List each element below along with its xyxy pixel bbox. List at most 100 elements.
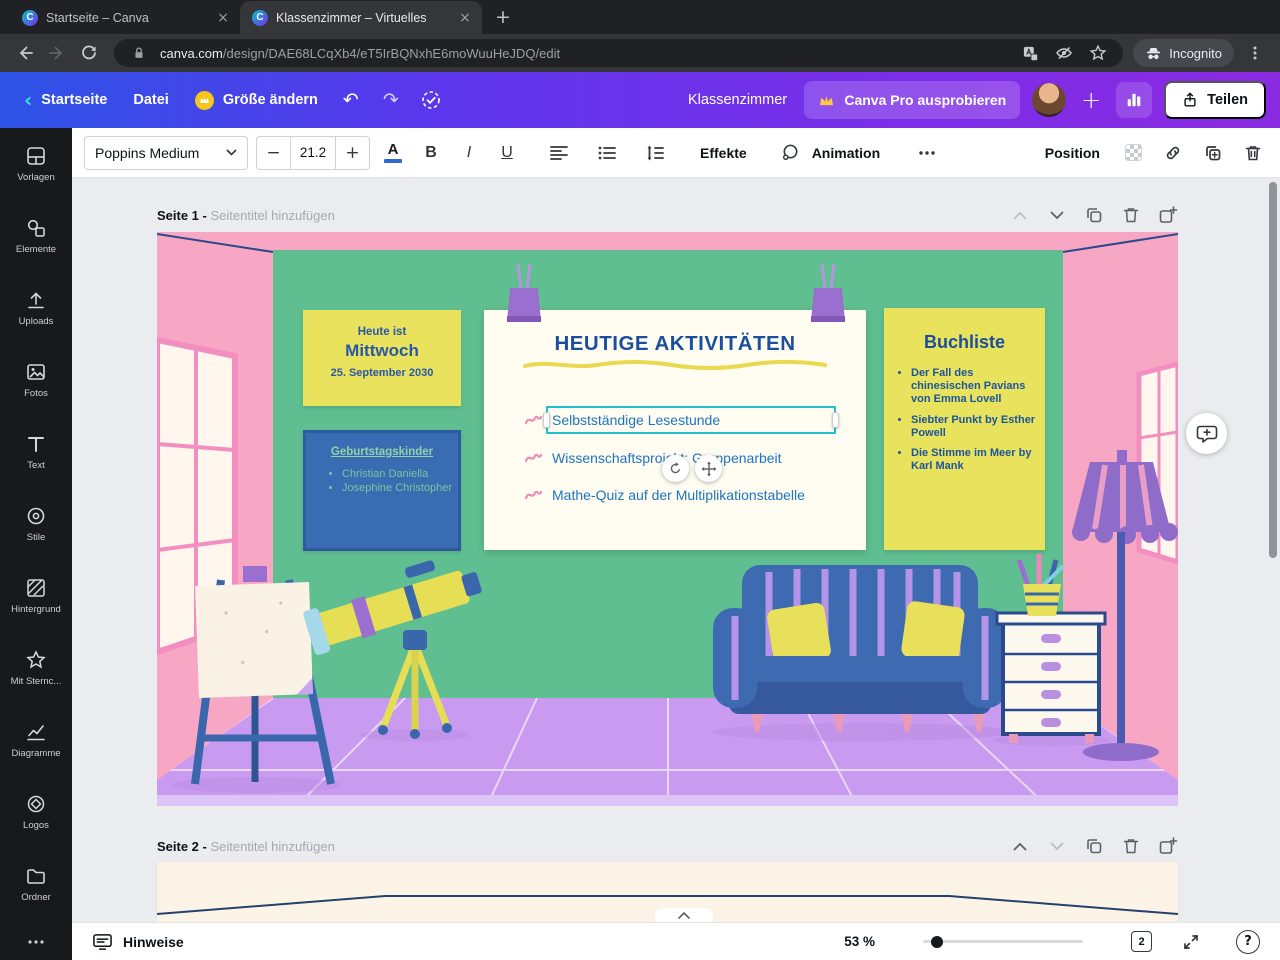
new-tab-button[interactable]: + <box>488 2 518 32</box>
tab-close-icon[interactable]: × <box>214 9 232 27</box>
transparency-button[interactable] <box>1118 136 1148 170</box>
text-align-button[interactable] <box>544 136 574 170</box>
page1-move-up-icon[interactable] <box>1010 205 1030 225</box>
forward-icon[interactable] <box>42 38 72 68</box>
insights-chart-button[interactable] <box>1116 82 1153 118</box>
file-menu-label: Datei <box>133 92 169 108</box>
booklist-note[interactable]: Buchliste Der Fall des chinesischen Pavi… <box>884 308 1045 550</box>
notes-button[interactable]: Hinweise <box>92 932 184 951</box>
page2-duplicate-icon[interactable] <box>1084 836 1104 856</box>
more-options-button[interactable] <box>912 136 942 170</box>
page1-delete-icon[interactable] <box>1121 205 1141 225</box>
sidebar-more-button[interactable] <box>27 924 45 960</box>
zoom-slider-thumb[interactable] <box>931 935 943 948</box>
animate-button[interactable] <box>775 136 806 170</box>
page1-title[interactable]: Seite 1 - Seitentitel hinzufügen <box>157 208 335 223</box>
page2-move-down-icon[interactable] <box>1047 836 1067 856</box>
back-icon[interactable] <box>10 38 40 68</box>
text-selection-box[interactable] <box>543 406 839 434</box>
add-comment-button[interactable] <box>1186 413 1227 454</box>
sidebar-item-hintergrund[interactable]: Hintergrund <box>0 560 72 632</box>
zoom-level[interactable]: 53 % <box>844 934 875 949</box>
canvas-scrollbar[interactable] <box>1269 182 1277 918</box>
sidebar-item-ordner[interactable]: Ordner <box>0 848 72 920</box>
activities-title[interactable]: HEUTIGE AKTIVITÄTEN <box>484 332 866 356</box>
selection-handle-right[interactable] <box>832 412 839 428</box>
selection-handle-left[interactable] <box>543 412 550 428</box>
translate-icon[interactable] <box>1017 40 1043 66</box>
reload-icon[interactable] <box>74 38 104 68</box>
sidebar-item-stile[interactable]: Stile <box>0 488 72 560</box>
resize-button[interactable]: Größe ändern <box>185 80 328 120</box>
font-size-decrease-button[interactable]: − <box>257 137 290 169</box>
page1-move-down-icon[interactable] <box>1047 205 1067 225</box>
zoom-slider[interactable] <box>923 935 1083 948</box>
link-button[interactable] <box>1158 136 1188 170</box>
page2-delete-icon[interactable] <box>1121 836 1141 856</box>
move-handle-button[interactable] <box>695 455 722 482</box>
tab-close-icon[interactable]: × <box>456 9 474 27</box>
sidebar-item-uploads[interactable]: Uploads <box>0 272 72 344</box>
sofa[interactable] <box>713 565 1007 732</box>
booklist-items: Der Fall des chinesischen Pavians von Em… <box>911 367 1045 473</box>
bookmark-star-icon[interactable] <box>1085 40 1111 66</box>
fullscreen-button[interactable] <box>1182 933 1200 951</box>
page2-add-page-icon[interactable] <box>1158 836 1178 856</box>
document-title[interactable]: Klassenzimmer <box>688 72 787 128</box>
collapse-panel-tab[interactable] <box>655 908 713 922</box>
birthday-board[interactable]: Geburtstagskinder Christian Daniella Jos… <box>303 430 461 551</box>
sidebar-item-diagramme[interactable]: Diagramme <box>0 704 72 776</box>
browser-tab-klassenzimmer[interactable]: C Klassenzimmer – Virtuelles × <box>240 1 482 34</box>
duplicate-button[interactable] <box>1198 136 1228 170</box>
underline-button[interactable]: U <box>492 136 522 170</box>
incognito-badge[interactable]: Incognito <box>1133 39 1234 67</box>
activity-item-2[interactable]: Wissenschaftsprojekt: Gruppenarbeit <box>524 450 782 466</box>
activity-item-3[interactable]: Mathe-Quiz auf der Multiplikationstabell… <box>524 487 805 503</box>
page-count-button[interactable]: 2 <box>1131 931 1152 952</box>
animate-button-label[interactable]: Animation <box>804 145 888 161</box>
page1-design[interactable]: Heute ist Mittwoch 25. September 2030 Ge… <box>157 232 1178 806</box>
help-button[interactable]: ? <box>1236 929 1260 954</box>
effects-button[interactable]: Effekte <box>692 145 755 161</box>
sidebar-item-vorlagen[interactable]: Vorlagen <box>0 128 72 200</box>
share-button[interactable]: Teilen <box>1164 81 1266 119</box>
redo-icon[interactable]: ↷ <box>374 83 408 117</box>
italic-button[interactable]: I <box>454 136 484 170</box>
scrollbar-thumb[interactable] <box>1269 182 1277 558</box>
text-color-button[interactable]: A <box>378 136 408 170</box>
invite-plus-button[interactable]: + <box>1078 86 1104 114</box>
page1-add-page-icon[interactable] <box>1158 205 1178 225</box>
list-button[interactable] <box>592 136 622 170</box>
avatar[interactable] <box>1032 83 1067 117</box>
undo-icon[interactable]: ↶ <box>334 83 368 117</box>
address-bar[interactable]: canva.com/design/DAE68LCqXb4/eT5IrBQNxhE… <box>114 39 1124 67</box>
eye-off-icon[interactable] <box>1051 40 1077 66</box>
browser-tab-startseite[interactable]: C Startseite – Canva × <box>10 1 240 34</box>
sidebar-item-text[interactable]: Text <box>0 416 72 488</box>
rotate-handle-button[interactable] <box>662 455 689 482</box>
sidebar-item-mit-sternchen[interactable]: Mit Sternc... <box>0 632 72 704</box>
activities-poster[interactable]: HEUTIGE AKTIVITÄTEN Selbstständige Leses… <box>484 310 866 550</box>
file-menu[interactable]: Datei <box>123 80 178 120</box>
font-size-increase-button[interactable]: + <box>336 137 369 169</box>
sidebar-item-fotos[interactable]: Fotos <box>0 344 72 416</box>
position-button[interactable]: Position <box>1037 145 1108 161</box>
font-size-value[interactable]: 21.2 <box>290 136 336 169</box>
design-canvas-area[interactable]: Seite 1 - Seitentitel hinzufügen Heute i… <box>72 178 1280 922</box>
drawer-cabinet[interactable] <box>995 611 1107 743</box>
sidebar-item-logos[interactable]: Logos <box>0 776 72 848</box>
font-family-select[interactable]: Poppins Medium <box>84 135 248 170</box>
date-note[interactable]: Heute ist Mittwoch 25. September 2030 <box>303 310 461 406</box>
sidebar-item-elemente[interactable]: Elemente <box>0 200 72 272</box>
spacing-button[interactable] <box>640 136 670 170</box>
page1-duplicate-icon[interactable] <box>1084 205 1104 225</box>
home-button[interactable]: ‹ Startseite <box>14 80 117 120</box>
bold-button[interactable]: B <box>416 136 446 170</box>
page2-move-up-icon[interactable] <box>1010 836 1030 856</box>
delete-button[interactable] <box>1238 136 1268 170</box>
sync-status-icon[interactable] <box>414 83 448 117</box>
browser-menu-kebab-icon[interactable] <box>1240 38 1270 68</box>
page2-title[interactable]: Seite 2 - Seitentitel hinzufügen <box>157 839 335 854</box>
lock-icon[interactable] <box>126 40 152 66</box>
canva-pro-button[interactable]: Canva Pro ausprobieren <box>804 81 1021 119</box>
